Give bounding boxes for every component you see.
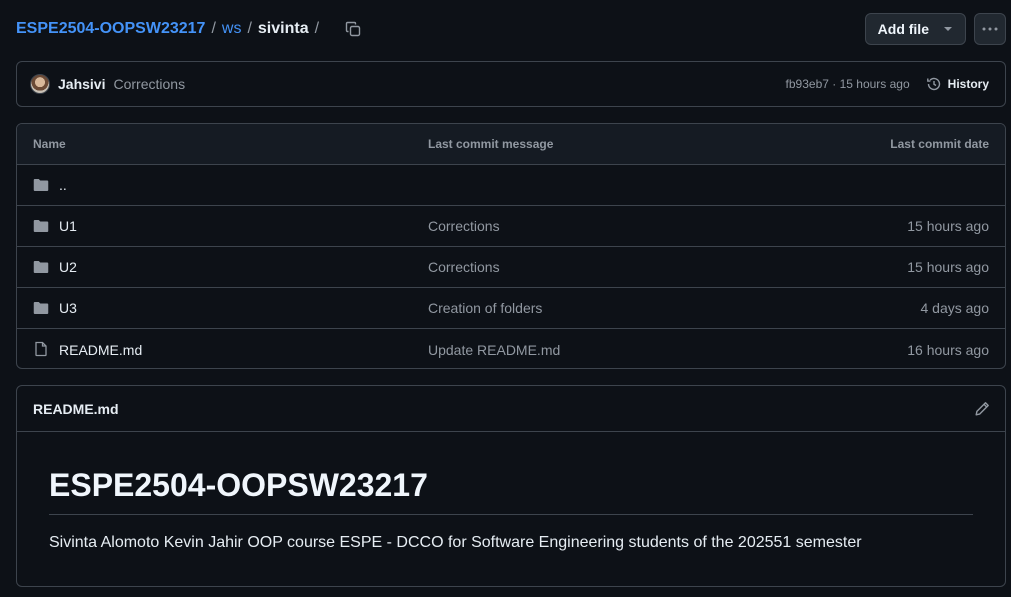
folder-icon: [33, 302, 49, 314]
history-icon: [926, 77, 940, 91]
readme-panel: README.md ESPE2504-OOPSW23217 Sivinta Al…: [16, 385, 1006, 587]
column-header-name: Name: [33, 137, 66, 151]
table-row[interactable]: U1 Corrections 15 hours ago: [17, 206, 1005, 247]
breadcrumb-bar: ESPE2504-OOPSW23217 / ws / sivinta / Add…: [16, 12, 1006, 46]
table-row[interactable]: U2 Corrections 15 hours ago: [17, 247, 1005, 288]
commit-meta: fb93eb7 · 15 hours ago History: [786, 76, 989, 92]
latest-commit-bar: Jahsivi Corrections fb93eb7 · 15 hours a…: [16, 61, 1006, 107]
commit-message-link[interactable]: Corrections: [113, 76, 185, 92]
file-name-link[interactable]: README.md: [59, 342, 142, 358]
kebab-horizontal-icon: [982, 27, 998, 31]
history-label: History: [947, 77, 989, 91]
readme-heading: ESPE2504-OOPSW23217: [49, 466, 973, 516]
readme-paragraph: Sivinta Alomoto Kevin Jahir OOP course E…: [49, 534, 862, 552]
table-header: Name Last commit message Last commit dat…: [17, 124, 1005, 165]
folder-icon: [33, 220, 49, 232]
copy-path-button[interactable]: [343, 19, 363, 39]
file-name-link[interactable]: U1: [59, 218, 77, 234]
breadcrumb: ESPE2504-OOPSW23217 / ws / sivinta /: [16, 20, 325, 38]
breadcrumb-folder-link[interactable]: ws: [222, 20, 242, 38]
commit-message-link[interactable]: Corrections: [428, 259, 500, 275]
readme-body: ESPE2504-OOPSW23217 Sivinta Alomoto Kevi…: [17, 432, 1005, 552]
file-icon: [35, 341, 47, 357]
more-options-button[interactable]: [974, 13, 1006, 45]
readme-header: README.md: [17, 386, 1005, 432]
file-table: Name Last commit message Last commit dat…: [16, 123, 1006, 369]
copy-icon: [345, 21, 361, 37]
add-file-button[interactable]: Add file: [864, 13, 966, 45]
avatar[interactable]: [30, 74, 50, 94]
history-button[interactable]: History: [926, 76, 989, 92]
commit-date: 4 days ago: [920, 300, 990, 316]
commit-message-link[interactable]: Update README.md: [428, 342, 560, 358]
file-name-link[interactable]: U2: [59, 259, 77, 275]
topbar-actions: Add file: [864, 13, 1006, 45]
triangle-down-icon: [944, 27, 952, 31]
add-file-label: Add file: [877, 21, 929, 37]
pencil-icon: [975, 401, 989, 415]
commit-author-link[interactable]: Jahsivi: [58, 76, 105, 92]
table-row[interactable]: README.md Update README.md 16 hours ago: [17, 329, 1005, 368]
commit-date: 15 hours ago: [907, 218, 989, 234]
edit-readme-button[interactable]: [973, 400, 991, 418]
breadcrumb-separator: /: [247, 20, 252, 37]
breadcrumb-separator: /: [211, 20, 216, 37]
commit-date: 15 hours ago: [907, 259, 989, 275]
commit-message-link[interactable]: Corrections: [428, 218, 500, 234]
commit-message-link[interactable]: Creation of folders: [428, 300, 542, 316]
parent-directory-link[interactable]: ..: [59, 177, 67, 193]
breadcrumb-separator: /: [314, 20, 320, 37]
column-header-message: Last commit message: [428, 137, 554, 151]
folder-icon: [33, 261, 49, 273]
table-row[interactable]: ..: [17, 165, 1005, 206]
commit-date: 16 hours ago: [907, 341, 989, 358]
table-row[interactable]: U3 Creation of folders 4 days ago: [17, 288, 1005, 329]
folder-icon: [33, 179, 49, 191]
breadcrumb-repo-link[interactable]: ESPE2504-OOPSW23217: [16, 20, 205, 38]
readme-title-link[interactable]: README.md: [33, 401, 119, 417]
commit-sha-link[interactable]: fb93eb7 · 15 hours ago: [786, 77, 910, 91]
file-name-link[interactable]: U3: [59, 300, 77, 316]
breadcrumb-current: sivinta: [257, 20, 309, 37]
column-header-date: Last commit date: [890, 137, 989, 151]
